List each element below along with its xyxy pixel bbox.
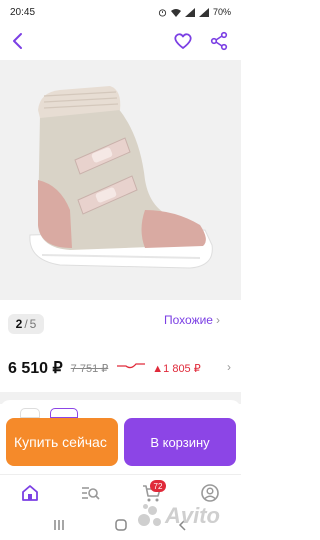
top-bar [0, 24, 241, 60]
back-arrow-icon[interactable] [8, 30, 30, 52]
search-icon[interactable] [80, 483, 100, 503]
product-photo [0, 60, 241, 300]
old-price: 7 751 ₽ [70, 362, 109, 375]
price-difference: ▲1 805 ₽ [152, 362, 201, 375]
status-bar: 20:45 70% [0, 0, 241, 24]
tab-chip [20, 408, 40, 418]
photo-current: 2 [15, 317, 23, 331]
price-trend-icon [116, 359, 146, 377]
battery-level: 70% [212, 7, 231, 17]
buy-now-button[interactable]: Купить сейчас [6, 418, 118, 466]
tab-chip [50, 408, 78, 418]
watermark-text: Avito [165, 503, 220, 528]
price-row[interactable]: 6 510 ₽ 7 751 ₽ ▲1 805 ₽ › [8, 356, 233, 380]
signal-icon [184, 7, 195, 17]
avito-logo-icon [138, 504, 162, 528]
share-icon[interactable] [208, 30, 230, 52]
similar-items-link[interactable]: Похожие › [164, 313, 220, 327]
home-icon[interactable] [20, 483, 40, 503]
photo-total: 5 [29, 317, 37, 331]
photo-counter: 2 / 5 [8, 314, 44, 334]
chevron-right-icon: › [227, 360, 231, 374]
chevron-right-icon: › [215, 313, 220, 327]
photo-separator: / [24, 317, 28, 331]
system-home-icon[interactable] [114, 518, 128, 532]
status-time: 20:45 [10, 6, 36, 18]
heart-icon[interactable] [172, 30, 194, 52]
wifi-icon [170, 8, 181, 17]
recent-apps-icon[interactable] [52, 518, 66, 532]
alarm-icon [158, 8, 167, 17]
cart-count-badge: 72 [150, 480, 166, 492]
product-photo-gallery[interactable] [0, 60, 241, 300]
signal-icon-2 [198, 7, 209, 17]
avito-watermark: Avito [138, 500, 228, 532]
similar-label: Похожие [164, 313, 213, 327]
status-icons: 70% [158, 7, 231, 17]
add-to-cart-button[interactable]: В корзину [124, 418, 236, 466]
current-price: 6 510 ₽ [8, 360, 63, 377]
